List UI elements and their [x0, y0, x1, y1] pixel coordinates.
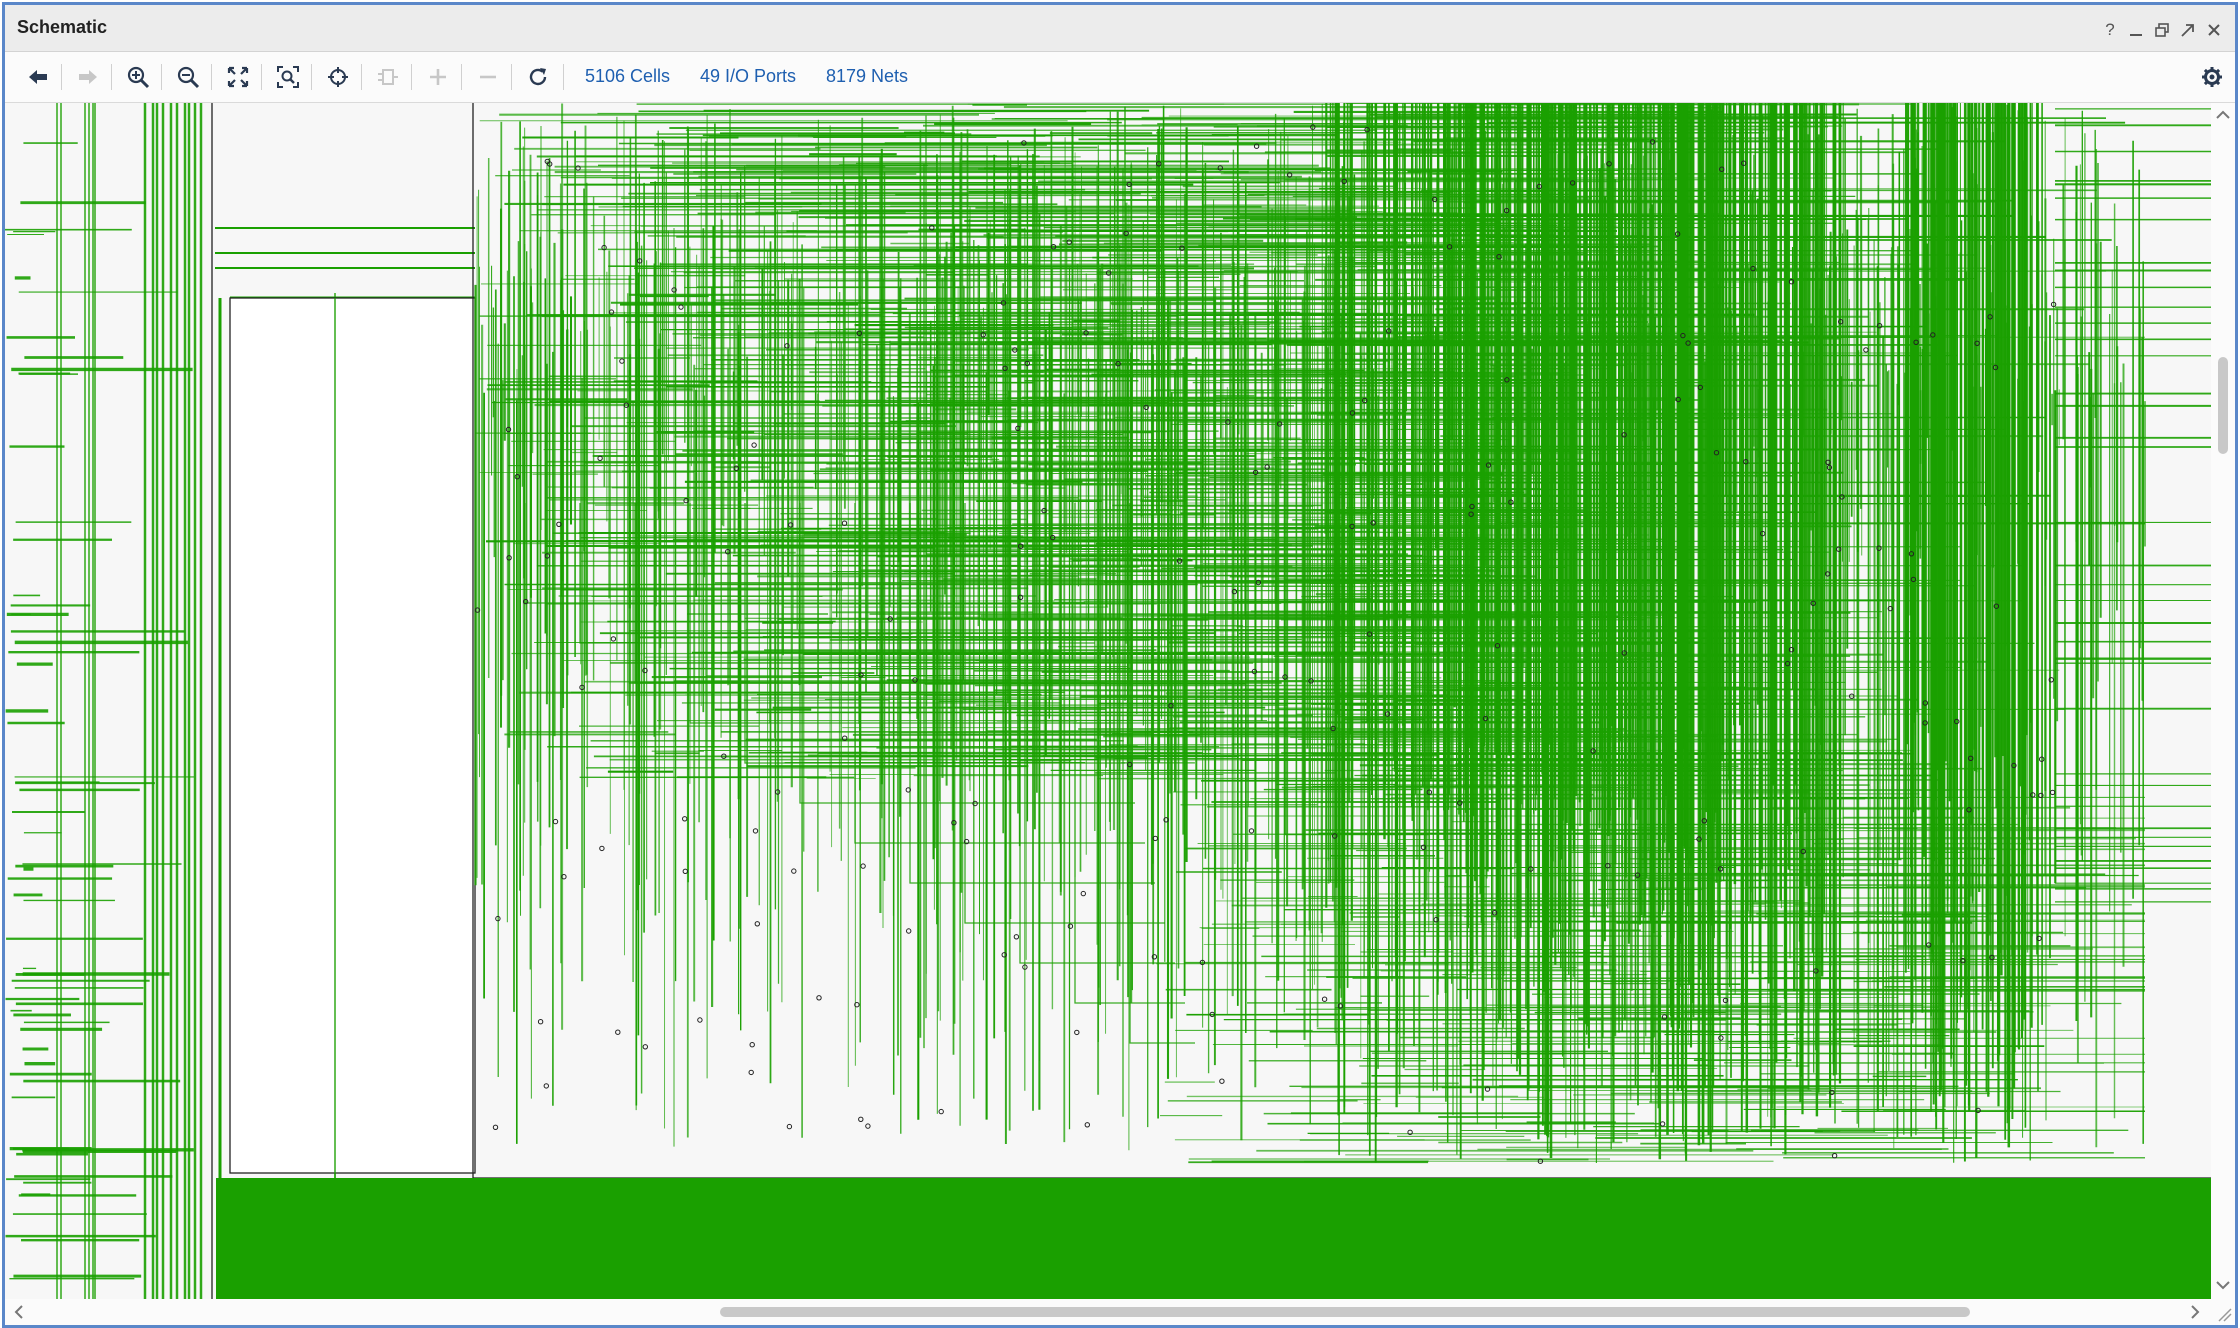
zoom-in-button[interactable] [121, 60, 155, 94]
gear-icon [2202, 67, 2222, 87]
minimize-button[interactable] [2125, 19, 2147, 41]
vertical-scroll-thumb[interactable] [2218, 356, 2228, 455]
close-button[interactable] [2203, 19, 2225, 41]
back-button[interactable] [21, 60, 55, 94]
collapse-button[interactable] [471, 60, 505, 94]
restore-icon [2155, 23, 2169, 37]
zoom-out-button[interactable] [171, 60, 205, 94]
help-button[interactable]: ? [2099, 19, 2121, 41]
arrow-left-icon [29, 70, 47, 84]
zoom-fit-button[interactable] [221, 60, 255, 94]
horizontal-scrollbar[interactable] [5, 1299, 2211, 1325]
scroll-up-button[interactable] [2213, 105, 2233, 125]
horizontal-scroll-thumb[interactable] [720, 1307, 1970, 1317]
select-button[interactable] [321, 60, 355, 94]
schematic-drawing[interactable] [5, 103, 2211, 1299]
resize-grip-icon [2218, 1308, 2232, 1322]
io-ports-count-link[interactable]: 49 I/O Ports [700, 66, 796, 87]
zoom-in-icon [127, 66, 150, 89]
question-icon: ? [2105, 20, 2115, 39]
float-button[interactable] [2177, 19, 2199, 41]
chevron-up-icon [2216, 110, 2230, 119]
schematic-canvas[interactable] [5, 103, 2211, 1299]
settings-button[interactable] [2195, 60, 2229, 94]
minus-icon [480, 75, 496, 79]
zoom-area-icon [277, 66, 299, 88]
vertical-scrollbar[interactable] [2211, 103, 2235, 1299]
restore-button[interactable] [2151, 19, 2173, 41]
cell-icon [378, 69, 398, 85]
refresh-icon [529, 68, 547, 86]
resize-grip[interactable] [2211, 1299, 2235, 1325]
close-icon [2208, 24, 2220, 36]
scroll-right-button[interactable] [2185, 1302, 2205, 1322]
toolbar: 5106 Cells 49 I/O Ports 8179 Nets [5, 52, 2235, 103]
zoom-out-icon [177, 66, 200, 89]
chevron-down-icon [2216, 1281, 2230, 1290]
collapse-cell-button[interactable] [371, 60, 405, 94]
scroll-left-button[interactable] [9, 1302, 29, 1322]
minimize-icon [2130, 34, 2142, 36]
forward-button[interactable] [71, 60, 105, 94]
crosshair-icon [328, 67, 348, 87]
chevron-left-icon [14, 1305, 23, 1319]
nets-count-link[interactable]: 8179 Nets [826, 66, 908, 87]
title-bar: Schematic ? [5, 5, 2235, 52]
schematic-window: Schematic ? 5106 Cells 49 I/O Ports 8179… [2, 2, 2238, 1328]
expand-button[interactable] [421, 60, 455, 94]
refresh-button[interactable] [521, 60, 555, 94]
arrow-right-icon [79, 70, 97, 84]
expand-icon [227, 66, 249, 88]
cells-count-link[interactable]: 5106 Cells [585, 66, 670, 87]
float-icon [2181, 24, 2194, 37]
zoom-area-button[interactable] [271, 60, 305, 94]
scroll-down-button[interactable] [2213, 1275, 2233, 1295]
chevron-right-icon [2191, 1305, 2200, 1319]
plus-icon [430, 69, 446, 85]
window-title: Schematic [17, 17, 108, 37]
